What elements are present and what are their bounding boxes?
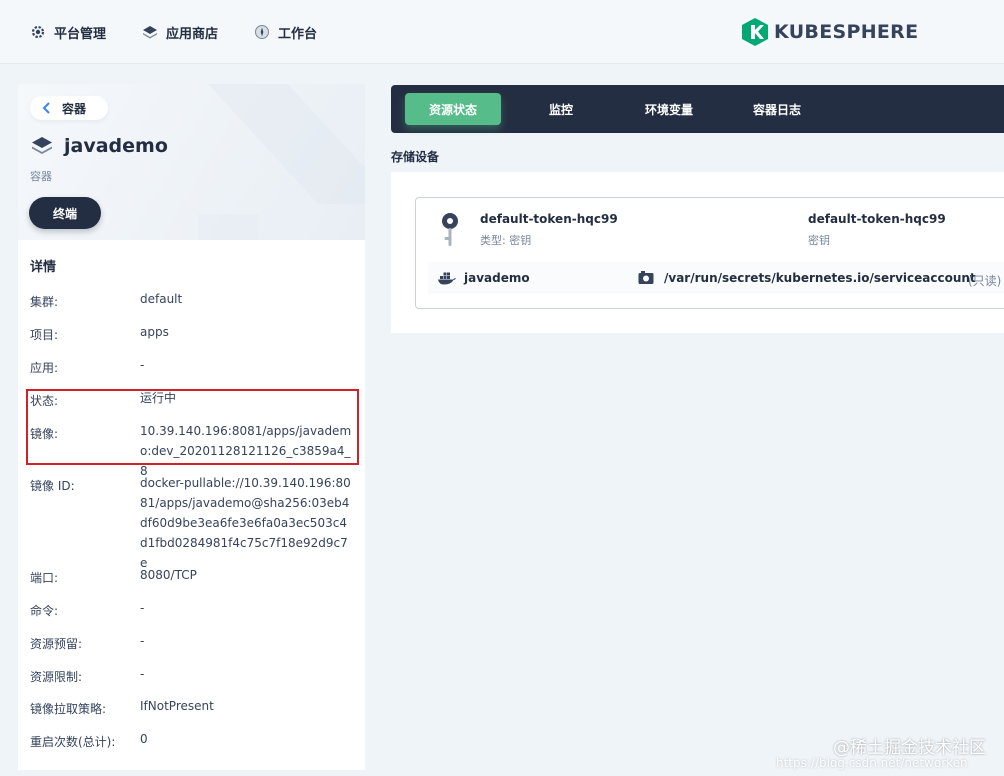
mount-path: /var/run/secrets/kubernetes.io/serviceac…: [664, 271, 976, 285]
background-decoration: [198, 84, 365, 240]
nav-item-label: 平台管理: [54, 26, 107, 42]
layers-icon: [143, 26, 157, 39]
storage-card: default-token-hqc99 类型: 密钥 default-token…: [391, 172, 1004, 333]
secret-label: 密钥: [808, 234, 830, 247]
detail-value: IfNotPresent: [140, 699, 214, 713]
kubesphere-logo-icon: [742, 18, 768, 46]
detail-key: 状态:: [30, 394, 59, 408]
storage-section-label: 存储设备: [391, 150, 440, 164]
nav-item-label: 工作台: [278, 26, 318, 42]
nav-item-label: 应用商店: [166, 26, 219, 42]
detail-value: -: [140, 667, 145, 681]
detail-key: 命令:: [30, 604, 59, 618]
detail-key: 重启次数(总计):: [30, 735, 116, 749]
volume-item[interactable]: default-token-hqc99 类型: 密钥 default-token…: [415, 197, 1004, 309]
detail-value: -: [140, 601, 145, 615]
volume-type: 类型: 密钥: [480, 234, 532, 247]
kubesphere-logo[interactable]: KUBESPHERE: [742, 17, 918, 47]
tab-environment-variables[interactable]: 环境变量: [623, 93, 715, 125]
nav-item-workbench[interactable]: 工作台: [254, 22, 317, 42]
back-button[interactable]: 容器: [30, 96, 108, 120]
detail-value: 0: [140, 732, 148, 746]
volume-name: default-token-hqc99: [480, 212, 618, 226]
details-title: 详情: [30, 260, 57, 275]
detail-value: apps: [140, 325, 169, 339]
key-icon: [442, 213, 458, 246]
detail-value: docker-pullable://10.39.140.196:8081/app…: [140, 476, 351, 570]
logo-text: KUBESPHERE: [774, 21, 919, 43]
detail-key: 端口:: [30, 571, 59, 585]
detail-value: 8080/TCP: [140, 568, 197, 582]
page-subtitle: 容器: [30, 170, 52, 183]
detail-key: 项目:: [30, 328, 59, 342]
docker-icon: [438, 272, 456, 285]
back-label: 容器: [62, 101, 87, 116]
detail-value: -: [140, 358, 145, 372]
detail-key: 应用:: [30, 361, 59, 375]
tab-container-logs[interactable]: 容器日志: [731, 93, 823, 125]
page-title-row: javademo: [30, 134, 168, 158]
page-title: javademo: [64, 135, 168, 157]
detail-key: 资源预留:: [30, 637, 83, 651]
detail-key: 镜像:: [30, 427, 59, 441]
gear-icon: [31, 25, 45, 39]
terminal-button[interactable]: 终端: [29, 197, 101, 229]
detail-key: 资源限制:: [30, 670, 83, 684]
detail-value: default: [140, 292, 183, 306]
nav-item-platform[interactable]: 平台管理: [30, 22, 106, 42]
tab-bar: 资源状态 监控 环境变量 容器日志: [391, 85, 1004, 133]
detail-value: 10.39.140.196:8081/apps/javademo:dev_202…: [140, 424, 352, 478]
detail-value: -: [140, 634, 145, 648]
container-icon: [32, 137, 52, 154]
disk-mount-icon: [638, 271, 654, 284]
tab-resource-status[interactable]: 资源状态: [405, 93, 501, 125]
details-panel: 详情 集群: default 项目: apps 应用: - 状态: 运行中 镜像…: [18, 240, 365, 770]
detail-key: 镜像 ID:: [30, 479, 75, 493]
watermark: @稀土掘金技术社区: [833, 738, 986, 758]
tab-monitoring[interactable]: 监控: [515, 93, 607, 125]
container-header-card: 容器 javademo 容器 终端: [18, 84, 365, 240]
top-navbar: 平台管理 应用商店 工作台 KUBESPHERE: [0, 0, 1004, 64]
mount-container-name: javademo: [464, 271, 530, 285]
mount-mode: (只读): [968, 274, 1002, 288]
secret-name: default-token-hqc99: [808, 212, 946, 226]
detail-key: 镜像拉取策略:: [30, 702, 107, 716]
nav-item-appstore[interactable]: 应用商店: [142, 22, 218, 42]
volume-mount-row: javademo /var/run/secrets/kubernetes.io/…: [428, 262, 1004, 294]
chevron-left-icon: [42, 102, 50, 114]
detail-value: 运行中: [140, 391, 177, 405]
compass-icon: [255, 25, 269, 39]
watermark-url: https://blog.csdn.net/networken: [776, 756, 968, 770]
detail-key: 集群:: [30, 295, 59, 309]
